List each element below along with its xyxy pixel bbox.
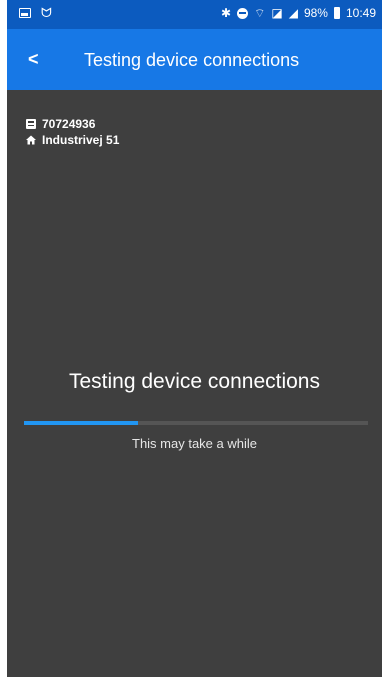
progress-bar (24, 421, 368, 425)
battery-percent: 98% (303, 6, 328, 20)
status-time: 10:49 (345, 6, 376, 20)
mobile-signal-icon: ◢ (288, 6, 298, 20)
no-sim-icon: ◪ (271, 6, 283, 20)
device-id: 70724936 (42, 116, 96, 131)
status-bar: ᗢ ✱ ⌔ ◪ ◢ 98% 10:49 (7, 0, 382, 29)
app-screen: ᗢ ✱ ⌔ ◪ ◢ 98% 10:49 < Testing device con… (7, 0, 382, 677)
signal-icon: ᗢ (41, 5, 52, 20)
app-bar: < Testing device connections (7, 29, 382, 90)
back-button[interactable]: < (28, 45, 56, 73)
bluetooth-icon: ✱ (221, 6, 232, 20)
battery-icon (333, 7, 340, 19)
page-title: Testing device connections (84, 50, 300, 70)
home-icon (26, 135, 36, 144)
back-arrow-icon: < (28, 49, 39, 69)
progress-bar-fill (24, 421, 138, 425)
status-bar-left: ᗢ (19, 5, 52, 20)
do-not-disturb-icon (237, 7, 249, 19)
device-icon (26, 118, 36, 129)
status-subtitle: This may take a while (132, 436, 257, 451)
status-bar-right: ✱ ⌔ ◪ ◢ 98% 10:49 (221, 6, 376, 20)
device-info: 70724936 Industrivej 51 (26, 116, 119, 148)
address: Industrivej 51 (42, 132, 120, 147)
address-row: Industrivej 51 (26, 132, 119, 147)
image-icon (19, 8, 31, 18)
wifi-icon: ⌔ (254, 6, 266, 20)
device-id-row: 70724936 (26, 116, 119, 131)
status-heading: Testing device connections (69, 370, 320, 393)
